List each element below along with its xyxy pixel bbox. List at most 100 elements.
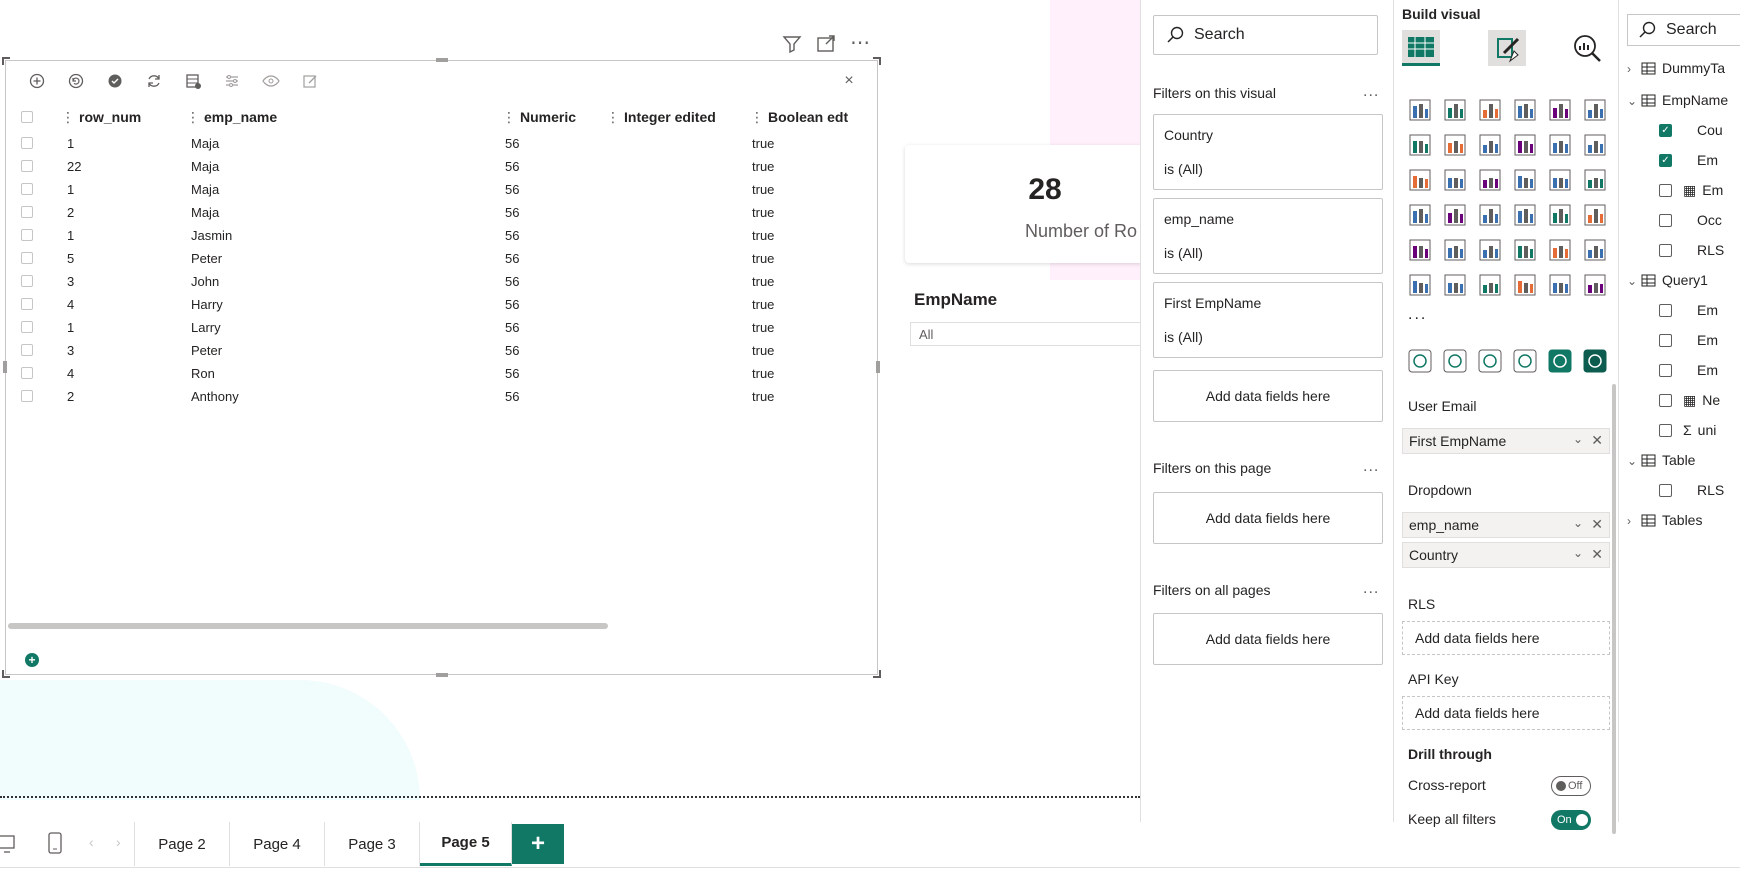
resize-corner[interactable] (2, 57, 10, 65)
build-tab-fields[interactable] (1402, 30, 1440, 66)
row-checkbox[interactable] (21, 390, 33, 402)
trophy-icon[interactable] (1478, 349, 1502, 373)
donut-chart-icon[interactable] (1583, 168, 1607, 192)
eye-icon[interactable] (261, 71, 281, 91)
table-row[interactable]: 4 Harry 56 true (6, 293, 866, 316)
scatter-icon[interactable] (1513, 168, 1537, 192)
tree-field-node[interactable]: ✓ Em (1659, 152, 1718, 168)
tree-table-node[interactable]: ⌄ EmpName (1627, 92, 1728, 108)
tree-table-node[interactable]: ⌄ Table (1627, 452, 1695, 468)
undo-icon[interactable] (66, 71, 86, 91)
tree-field-node[interactable]: Occ (1659, 212, 1722, 228)
column-header-emp-name[interactable]: ⋮ emp_name (186, 109, 277, 126)
field-checkbox[interactable] (1659, 244, 1672, 257)
row-checkbox[interactable] (21, 160, 33, 172)
table-visual[interactable]: × ⋮ row_num ⋮ emp_name ⋮ Numeric ⋮ Integer e… (2, 57, 881, 678)
funnel-icon[interactable] (1478, 168, 1502, 192)
add-column-icon[interactable]: + (25, 653, 39, 667)
next-page-icon[interactable]: › (116, 834, 121, 850)
more-options-icon[interactable]: ... (1363, 83, 1379, 101)
page-tab-page-5[interactable]: Page 5 (420, 822, 512, 866)
stacked-bar-100-icon[interactable] (1478, 98, 1502, 122)
page-tab-page-4[interactable]: Page 4 (230, 822, 325, 866)
filter-card-emp-name[interactable]: emp_name is (All) (1153, 198, 1383, 274)
chevron-down-icon[interactable]: ⌄ (1627, 94, 1641, 108)
filter-card-country[interactable]: Country is (All) (1153, 114, 1383, 190)
diamond-visual-icon[interactable] (1548, 273, 1572, 297)
row-checkbox[interactable] (21, 298, 33, 310)
build-tab-analytics[interactable] (1568, 30, 1606, 66)
tree-field-node[interactable]: Em (1659, 332, 1718, 348)
row-checkbox[interactable] (21, 229, 33, 241)
field-checkbox[interactable] (1659, 304, 1672, 317)
pane-scrollbar[interactable] (1612, 384, 1616, 834)
field-well-first-empname[interactable]: First EmpName ⌄ ✕ (1402, 428, 1610, 454)
column-header-integer-edited[interactable]: ⋮ Integer edited (606, 109, 716, 126)
waterfall-icon[interactable] (1443, 168, 1467, 192)
resize-corner[interactable] (873, 57, 881, 65)
ribbon-chart-icon[interactable] (1408, 168, 1432, 192)
table-row[interactable]: 5 Peter 56 true (6, 247, 866, 270)
column-header-numeric[interactable]: ⋮ Numeric (502, 109, 576, 126)
field-checkbox[interactable] (1659, 364, 1672, 377)
row-checkbox[interactable] (21, 137, 33, 149)
remove-field-icon[interactable]: ✕ (1591, 432, 1603, 449)
page-filter-dropzone[interactable]: Add data fields here (1153, 492, 1383, 544)
stacked-bar-icon[interactable] (1408, 98, 1432, 122)
save-check-icon[interactable] (105, 71, 125, 91)
stacked-column-100-icon[interactable] (1583, 98, 1607, 122)
field-well-country[interactable]: Country ⌄ ✕ (1402, 542, 1610, 568)
shape-map-icon[interactable] (1513, 273, 1537, 297)
page-tab-page-3[interactable]: Page 3 (325, 822, 420, 866)
tree-field-node[interactable]: Em (1659, 302, 1718, 318)
field-checkbox[interactable] (1659, 334, 1672, 347)
table-row[interactable]: 1 Maja 56 true (6, 132, 866, 155)
row-checkbox[interactable] (21, 321, 33, 333)
visual-filter-dropzone[interactable]: Add data fields here (1153, 370, 1383, 422)
row-checkbox[interactable] (21, 252, 33, 264)
table-row[interactable]: 1 Maja 56 true (6, 178, 866, 201)
card-icon[interactable] (1513, 203, 1537, 227)
filters-search-input[interactable]: Search (1153, 15, 1378, 55)
field-checkbox[interactable] (1659, 214, 1672, 227)
row-checkbox[interactable] (21, 206, 33, 218)
filter-icon[interactable] (782, 34, 802, 59)
sliders-icon[interactable] (222, 71, 242, 91)
build-tab-format[interactable] (1488, 30, 1526, 66)
horizontal-scrollbar[interactable] (8, 623, 608, 629)
line-stacked-column-icon[interactable] (1583, 133, 1607, 157)
chevron-down-icon[interactable]: ⌄ (1573, 546, 1583, 560)
power-automate-icon[interactable] (1408, 273, 1432, 297)
gauge-icon[interactable] (1478, 203, 1502, 227)
select-all-checkbox[interactable] (21, 111, 33, 123)
column-header-row-num[interactable]: ⋮ row_num (61, 109, 141, 126)
table-row[interactable]: 2 Maja 56 true (6, 201, 866, 224)
field-checkbox[interactable] (1659, 484, 1672, 497)
chevron-right-icon[interactable]: › (1627, 62, 1641, 76)
chevron-down-icon[interactable]: ⌄ (1627, 454, 1641, 468)
field-checkbox[interactable]: ✓ (1659, 124, 1672, 137)
field-checkbox[interactable] (1659, 394, 1672, 407)
remove-field-icon[interactable]: ✕ (1591, 516, 1603, 533)
column-header-boolean-edt[interactable]: ⋮ Boolean edt (750, 109, 848, 126)
tree-field-node[interactable]: RLS (1659, 482, 1724, 498)
field-checkbox[interactable]: ✓ (1659, 154, 1672, 167)
close-icon[interactable]: × (839, 71, 859, 91)
table-row[interactable]: 3 Peter 56 true (6, 339, 866, 362)
remove-field-icon[interactable]: ✕ (1591, 546, 1603, 563)
table-row[interactable]: 2 Anthony 56 true (6, 385, 866, 408)
tree-table-node[interactable]: ⌄ Query1 (1627, 272, 1708, 288)
resize-corner[interactable] (2, 670, 10, 678)
report-filter-dropzone[interactable]: Add data fields here (1153, 613, 1383, 665)
decomposition-tree-icon[interactable] (1513, 238, 1537, 262)
row-checkbox[interactable] (21, 183, 33, 195)
tree-field-node[interactable]: RLS (1659, 242, 1724, 258)
more-options-icon[interactable]: ⋯ (850, 30, 870, 55)
data-search-input[interactable]: Search (1627, 14, 1740, 46)
tree-field-node[interactable]: Σuni (1659, 422, 1716, 438)
tree-table-node[interactable]: › DummyTa (1627, 60, 1725, 76)
resize-corner[interactable] (873, 670, 881, 678)
cross-report-toggle[interactable]: Off (1551, 776, 1591, 796)
key-influencers-icon[interactable] (1478, 238, 1502, 262)
chevron-down-icon[interactable]: ⌄ (1573, 432, 1583, 446)
